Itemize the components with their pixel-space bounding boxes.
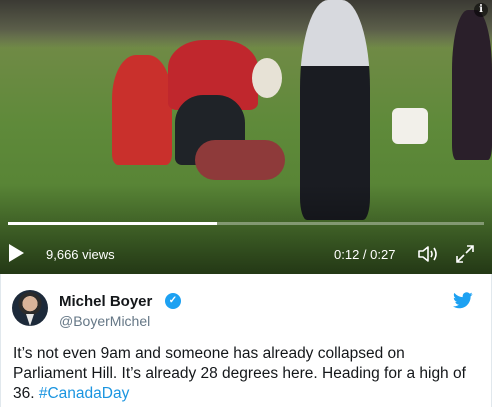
person-white-hat: [252, 58, 282, 98]
info-icon[interactable]: i: [474, 3, 488, 17]
person-right-edge: [452, 10, 492, 160]
person-on-ground: [195, 140, 285, 180]
view-count: 9,666 views: [46, 247, 115, 262]
crowd-background: [0, 0, 492, 48]
twitter-bird-icon[interactable]: [453, 292, 473, 309]
avatar-shirt: [26, 314, 34, 326]
volume-icon[interactable]: [417, 244, 439, 264]
author-name[interactable]: Michel Boyer: [59, 293, 152, 310]
verified-icon: ✓: [165, 293, 181, 309]
white-bag: [392, 108, 428, 144]
avatar[interactable]: [12, 290, 48, 326]
tweet-card: Michel Boyer ✓ @BoyerMichel It’s not eve…: [0, 274, 492, 407]
play-icon[interactable]: [9, 244, 24, 262]
video-time: 0:12 / 0:27: [334, 247, 396, 262]
video-player[interactable]: i 9,666 views 0:12 / 0:27: [0, 0, 492, 274]
person-red-shirt-kneeling: [112, 55, 172, 165]
video-controls: 9,666 views 0:12 / 0:27: [0, 236, 492, 272]
author-handle[interactable]: @BoyerMichel: [59, 313, 150, 329]
video-frame: [0, 0, 492, 274]
fullscreen-icon[interactable]: [455, 244, 475, 264]
tweet-text: It’s not even 9am and someone has alread…: [13, 344, 483, 404]
video-progress-bar[interactable]: [8, 222, 484, 225]
video-progress-fill: [8, 222, 218, 225]
hashtag-link[interactable]: #CanadaDay: [39, 385, 129, 402]
